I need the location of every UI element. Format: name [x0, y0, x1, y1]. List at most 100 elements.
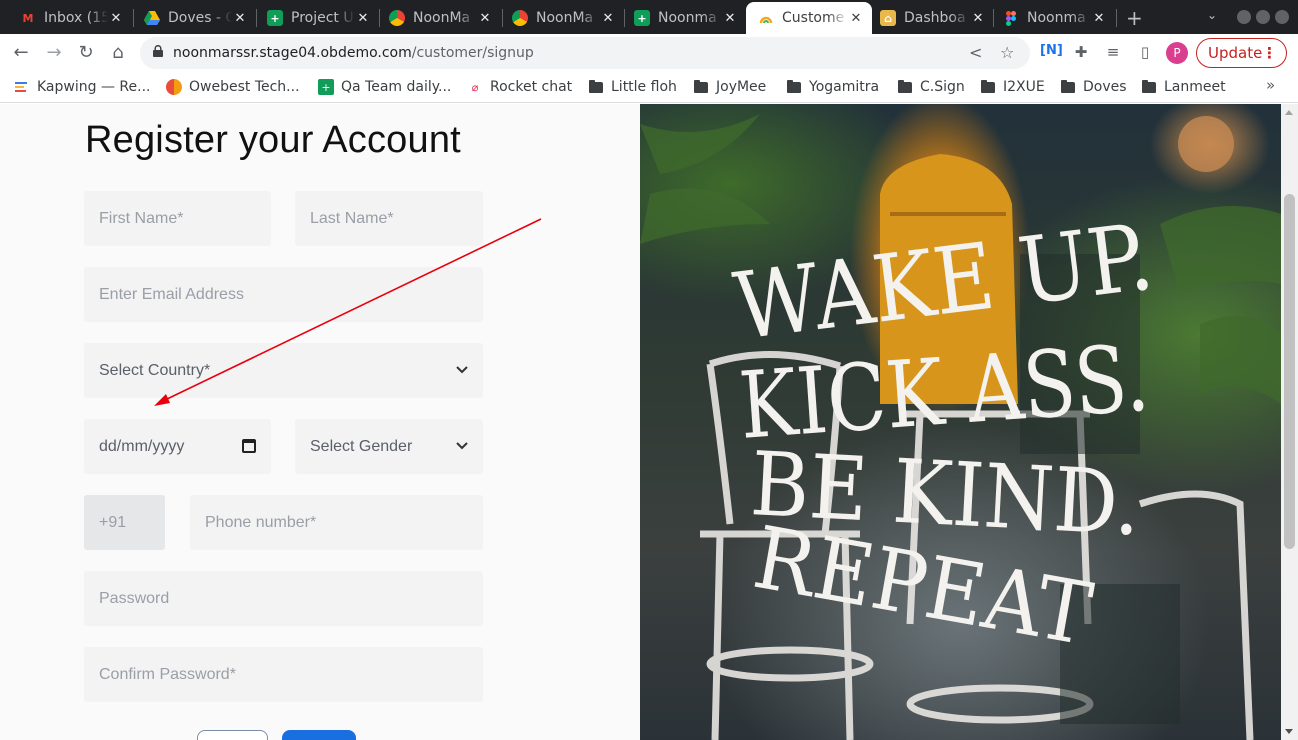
new-tab-button[interactable]: + — [1126, 6, 1143, 30]
tab-title: NoonMa — [536, 10, 594, 26]
hero-photo: WAKE UP. KICK ASS. BE KIND. REPEAT — [640, 114, 1281, 740]
confirm-password-field[interactable]: Confirm Password* — [84, 647, 483, 702]
folder-icon — [693, 79, 709, 95]
bookmark-yogamitra[interactable]: Yogamitra — [786, 76, 879, 98]
address-bar[interactable]: noonmarssr.stage04.obdemo.com/customer/s… — [140, 37, 1030, 69]
tab-inbox[interactable]: M Inbox (15 ✕ — [0, 2, 132, 34]
password-field[interactable]: Password — [84, 571, 483, 626]
owebest-icon — [166, 79, 182, 95]
bookmark-label: Yogamitra — [809, 79, 880, 95]
tab-noonma-1[interactable]: NoonMa ✕ — [369, 2, 501, 34]
bookmark-label: Owebest Tech... — [189, 79, 300, 95]
close-window-button[interactable] — [1275, 10, 1289, 24]
url-text: noonmarssr.stage04.obdemo.com/customer/s… — [173, 45, 534, 61]
more-vert-icon: ⋮ — [1262, 44, 1277, 62]
scroll-down-icon[interactable] — [1285, 729, 1293, 734]
folder-icon — [1141, 79, 1157, 95]
site-icon — [758, 10, 774, 26]
back-button[interactable]: ← — [9, 41, 33, 65]
gender-select[interactable]: Select Gender — [295, 419, 483, 474]
last-name-field[interactable]: Last Name* — [295, 191, 483, 246]
bookmark-rocket-chat[interactable]: ⌀ Rocket chat — [467, 76, 572, 98]
tab-dashboard[interactable]: ⌂ Dashboa ✕ — [872, 2, 994, 34]
forward-button[interactable]: → — [42, 41, 66, 65]
bookmark-owebest[interactable]: Owebest Tech... — [166, 76, 300, 98]
bookmark-i2xue[interactable]: I2XUE — [980, 76, 1045, 98]
side-panel-icon[interactable]: ▯ — [1135, 43, 1155, 61]
tab-noonma-figma[interactable]: Noonma ✕ — [983, 2, 1115, 34]
tab-search-icon[interactable]: ⌄ — [1207, 8, 1217, 22]
rocket-icon: ⌀ — [471, 80, 479, 94]
sheets-icon: + — [318, 79, 334, 95]
more-bookmarks-button[interactable]: » — [1266, 76, 1275, 94]
bookmark-lanmeet[interactable]: Lanmeet — [1141, 76, 1226, 98]
page-scrollbar[interactable] — [1281, 104, 1298, 740]
tab-project[interactable]: + Project U ✕ — [247, 2, 379, 34]
reading-list-icon[interactable]: ≡ — [1103, 43, 1123, 61]
tab-title: Custome — [782, 10, 845, 26]
maximize-button[interactable] — [1256, 10, 1270, 24]
bookmark-qa-team[interactable]: + Qa Team daily... — [318, 76, 451, 98]
chevron-down-icon — [456, 366, 468, 374]
first-name-field[interactable]: First Name* — [84, 191, 271, 246]
update-button[interactable]: Update ⋮ — [1196, 38, 1287, 68]
tab-noonma-2[interactable]: NoonMa ✕ — [492, 2, 624, 34]
country-select-value: Select Country* — [99, 362, 211, 379]
hero-image: WAKE UP. KICK ASS. BE KIND. REPEAT — [640, 104, 1281, 740]
phone-prefix: +91 — [84, 495, 165, 550]
share-icon[interactable]: < — [969, 43, 982, 62]
folder-icon — [786, 79, 802, 95]
figma-icon — [1003, 10, 1019, 26]
tab-title: NoonMa — [413, 10, 471, 26]
close-icon[interactable]: ✕ — [722, 11, 738, 26]
scroll-up-icon[interactable] — [1285, 110, 1293, 115]
bookmark-joymee[interactable]: JoyMee — [693, 76, 766, 98]
sheets-icon: + — [267, 10, 283, 26]
tab-title: Dashboa — [904, 10, 966, 26]
dob-date-field[interactable]: dd/mm/yyyy — [84, 419, 271, 474]
bookmark-label: Little floh — [611, 79, 677, 95]
scrollbar-thumb[interactable] — [1284, 194, 1295, 549]
page-title: Register your Account — [85, 119, 461, 161]
home-button[interactable]: ⌂ — [106, 41, 130, 65]
close-icon[interactable]: ✕ — [232, 11, 248, 26]
calendar-icon[interactable] — [242, 439, 256, 453]
folder-icon — [980, 79, 996, 95]
phone-field[interactable]: Phone number* — [190, 495, 483, 550]
email-field[interactable]: Enter Email Address — [84, 267, 483, 322]
folder-icon — [1060, 79, 1076, 95]
page-content: Register your Account First Name* Last N… — [0, 104, 1298, 740]
sheets-icon: + — [634, 10, 650, 26]
tab-noonma-3[interactable]: + Noonma ✕ — [614, 2, 746, 34]
close-icon[interactable]: ✕ — [108, 11, 124, 26]
url-path: /customer/signup — [411, 45, 534, 61]
bookmark-label: Kapwing — Re... — [37, 79, 151, 95]
house-icon: ⌂ — [880, 10, 896, 26]
signup-form-panel: Register your Account First Name* Last N… — [0, 104, 640, 740]
bookmark-csign[interactable]: C.Sign — [897, 76, 965, 98]
bookmark-label: I2XUE — [1003, 79, 1045, 95]
drive-icon — [144, 10, 160, 26]
dob-placeholder: dd/mm/yyyy — [99, 438, 185, 455]
tab-title: Inbox (15 — [44, 10, 108, 26]
close-icon[interactable]: ✕ — [1091, 11, 1107, 26]
bookmark-little-floh[interactable]: Little floh — [588, 76, 677, 98]
avatar[interactable]: P — [1166, 42, 1188, 64]
bookmark-kapwing[interactable]: Kapwing — Re... — [14, 76, 150, 98]
extension-n-icon[interactable]: [N] — [1040, 43, 1063, 58]
close-icon[interactable]: ✕ — [477, 11, 493, 26]
primary-button[interactable] — [282, 730, 356, 740]
tab-strip: M Inbox (15 ✕ Doves - G ✕ + Project U ✕ … — [0, 0, 1298, 34]
tab-doves[interactable]: Doves - G ✕ — [124, 2, 256, 34]
country-select[interactable]: Select Country* — [84, 343, 483, 398]
bookmark-doves[interactable]: Doves — [1060, 76, 1127, 98]
puzzle-icon[interactable]: ✚ — [1071, 43, 1091, 61]
star-icon[interactable]: ☆ — [1000, 43, 1014, 62]
close-icon[interactable]: ✕ — [848, 11, 864, 26]
secondary-button[interactable] — [197, 730, 268, 740]
chrome-icon — [512, 10, 528, 26]
minimize-button[interactable] — [1237, 10, 1251, 24]
reload-button[interactable]: ↻ — [74, 41, 98, 65]
tab-customer-active[interactable]: Custome ✕ — [746, 2, 872, 34]
chrome-icon — [389, 10, 405, 26]
